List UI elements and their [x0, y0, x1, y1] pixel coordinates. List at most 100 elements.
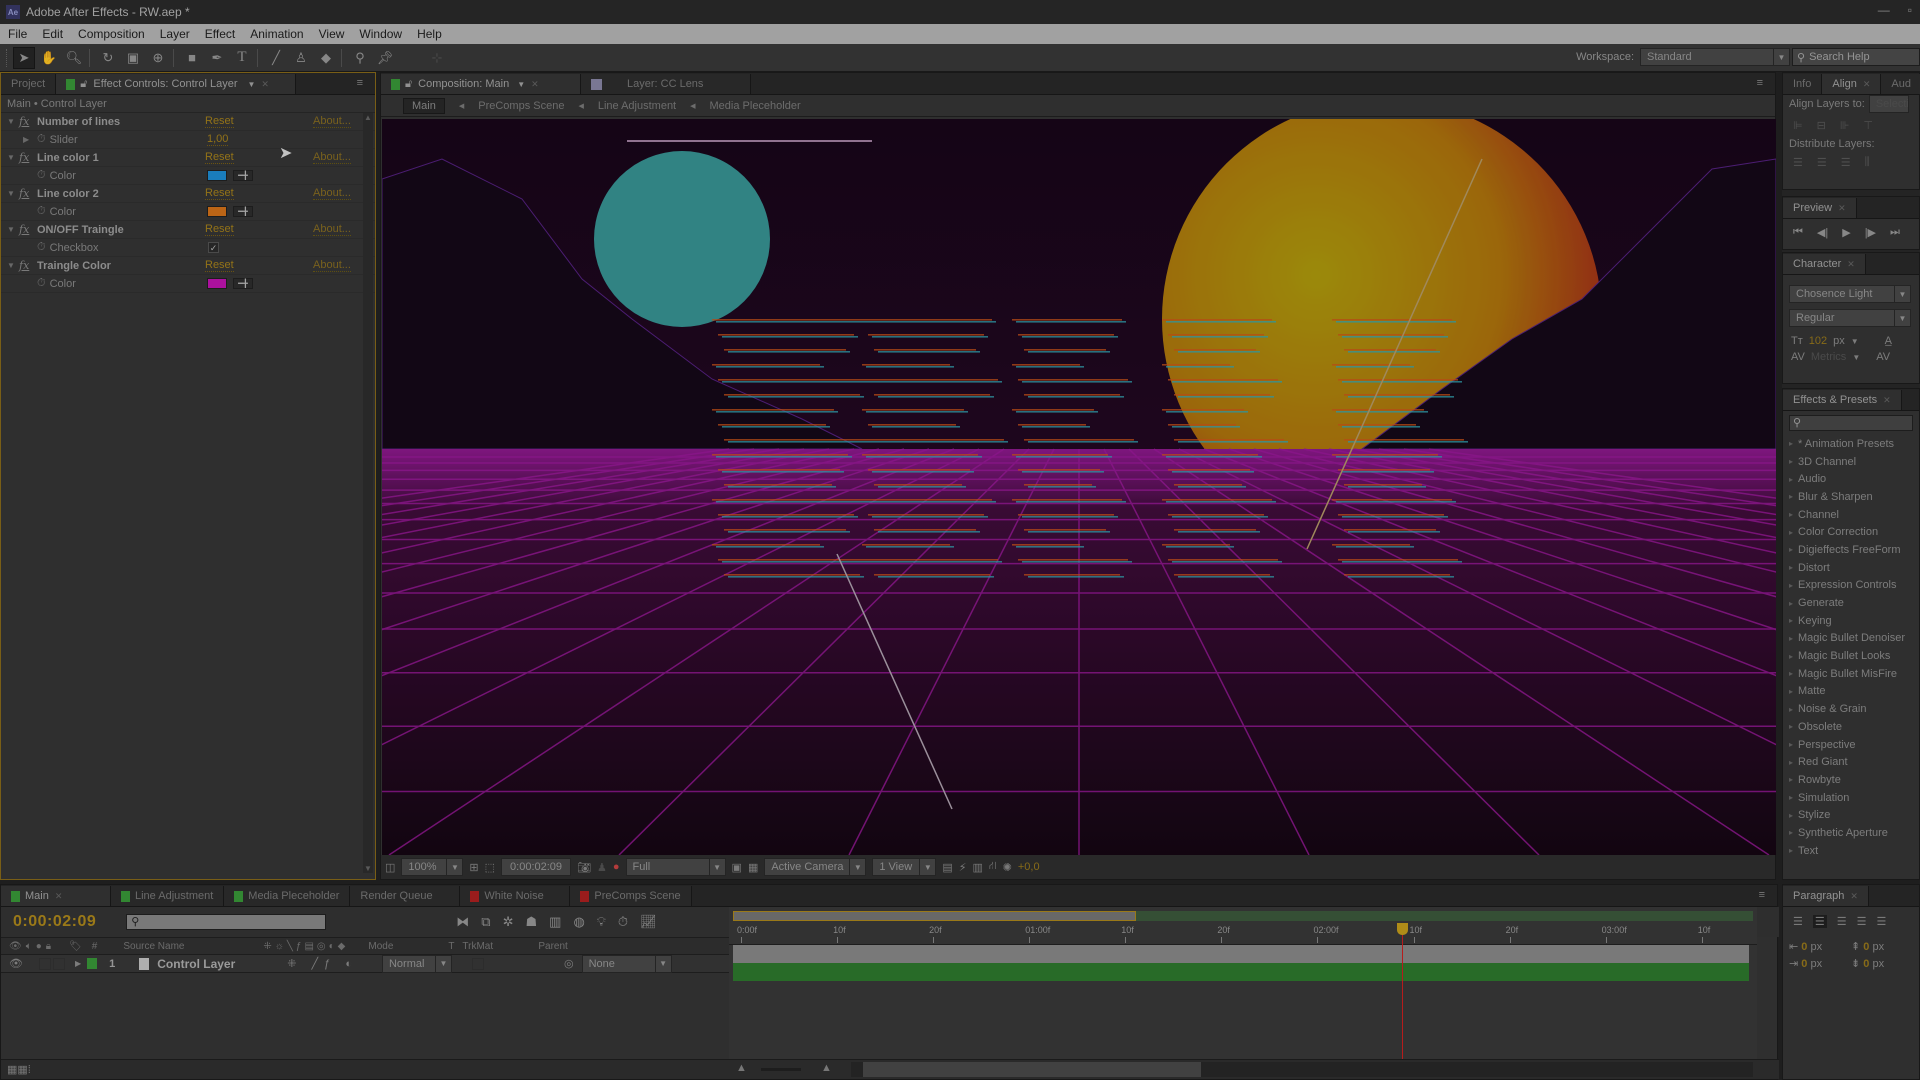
timeline-tab[interactable]: Media Pleceholder — [224, 886, 351, 906]
zoom-slider[interactable] — [761, 1068, 801, 1071]
time-navigator[interactable] — [733, 911, 1753, 921]
reset-link[interactable]: Reset — [205, 187, 234, 200]
collapse-triangle-icon[interactable]: ▼ — [7, 153, 19, 162]
stopwatch-icon[interactable]: ⏱︎ — [37, 241, 46, 254]
eyedropper-icon[interactable]: ━╋ — [233, 206, 253, 217]
first-frame-icon[interactable]: ⏮ — [1793, 226, 1803, 239]
chevron-down-icon[interactable]: ▼ — [1851, 337, 1859, 346]
close-icon[interactable]: ✕ — [531, 79, 539, 90]
close-icon[interactable]: ✕ — [1838, 203, 1846, 214]
last-frame-icon[interactable]: ⏭ — [1890, 226, 1900, 239]
next-frame-icon[interactable]: |▶ — [1865, 226, 1876, 239]
timeline-tab[interactable]: White Noise — [460, 886, 571, 906]
menu-effect[interactable]: Effect — [197, 27, 242, 41]
clone-stamp-tool-icon[interactable]: ♙ — [290, 47, 312, 69]
close-icon[interactable]: ✕ — [55, 891, 63, 902]
layer-label-color[interactable] — [87, 958, 98, 969]
layer-duration-bar[interactable] — [733, 963, 1749, 981]
collapse-triangle-icon[interactable]: ▼ — [7, 189, 19, 198]
align-center-icon[interactable]: ⊟ — [1817, 119, 1826, 132]
effects-category-item[interactable]: Magic Bullet MisFire — [1783, 665, 1919, 683]
about-link[interactable]: About... — [313, 223, 351, 236]
timeline-search-input[interactable]: ⚲ — [126, 914, 327, 930]
timeline-tab[interactable]: Render Queue — [350, 886, 461, 906]
slider-value[interactable]: 1,00 — [207, 133, 229, 146]
eye-icon[interactable]: 👁︎ — [9, 957, 23, 970]
reset-link[interactable]: Reset — [205, 115, 234, 128]
effects-category-item[interactable]: Rowbyte — [1783, 771, 1919, 789]
effects-category-item[interactable]: Magic Bullet Denoiser — [1783, 630, 1919, 648]
column-trkmat[interactable]: TrkMat — [462, 941, 538, 952]
effects-category-item[interactable]: Expression Controls — [1783, 577, 1919, 595]
view-layout-dropdown[interactable]: 1 View ▼ — [872, 858, 937, 876]
hand-tool-icon[interactable]: ✋ — [38, 47, 60, 69]
chevron-down-icon[interactable]: ▼ — [1852, 353, 1860, 362]
pickwhip-icon[interactable]: ◎ — [564, 957, 574, 970]
align-top-icon[interactable]: ⊤ — [1863, 119, 1873, 132]
maximize-icon[interactable]: ▫ — [1908, 3, 1912, 17]
chevron-down-icon[interactable]: ▼ — [517, 80, 525, 89]
effects-category-item[interactable]: Magic Bullet Looks — [1783, 647, 1919, 665]
fast-previews-icon[interactable]: ▣ — [732, 861, 742, 874]
current-time-display[interactable]: 0:00:02:09 — [13, 913, 96, 931]
exposure-reset-icon[interactable]: ✺ — [1003, 861, 1012, 874]
type-tool-icon[interactable]: T — [231, 47, 253, 69]
distribute-bottom-icon[interactable]: ☰ — [1841, 156, 1851, 169]
solo-checkbox[interactable] — [38, 957, 51, 970]
tab-composition-main[interactable]: 🔓︎ Composition: Main ▼ ✕ — [381, 74, 581, 94]
menu-help[interactable]: Help — [409, 27, 449, 41]
search-help-input[interactable]: ⚲ Search Help — [1792, 48, 1920, 66]
puppet-pin-tool-icon[interactable]: 📌︎ — [374, 47, 396, 69]
effect-header[interactable]: ▼ fx ON/OFF Traingle Reset About... — [1, 221, 375, 239]
reset-link[interactable]: Reset — [205, 223, 234, 236]
roto-brush-tool-icon[interactable]: ⚲ — [349, 47, 371, 69]
layer-row[interactable]: 👁︎ ▶ 1 Control Layer ⁜ ╱ƒ ◐ Normal ▼ ◎ No… — [1, 954, 729, 973]
stopwatch-icon[interactable]: ⏱︎ — [37, 133, 46, 146]
timeline-tab[interactable]: Main ✕ — [1, 886, 111, 906]
fx-toggle-icon[interactable]: fx — [19, 223, 37, 236]
breadcrumb-media-pleceholder[interactable]: Media Pleceholder — [710, 100, 801, 112]
effects-category-item[interactable]: Noise & Grain — [1783, 700, 1919, 718]
menu-layer[interactable]: Layer — [152, 27, 197, 41]
about-link[interactable]: About... — [313, 187, 351, 200]
snapshot-camera-icon[interactable]: 📷︎ — [577, 861, 591, 874]
align-right-icon[interactable]: ⊪ — [1840, 119, 1850, 132]
effects-category-item[interactable]: 3D Channel — [1783, 453, 1919, 471]
effects-category-item[interactable]: Synthetic Aperture — [1783, 824, 1919, 842]
effect-header[interactable]: ▼ fx Line color 2 Reset About... — [1, 185, 375, 203]
tab-effect-controls[interactable]: 🔓︎ Effect Controls: Control Layer ▼ ✕ — [56, 74, 297, 94]
timeline-toggle-icon[interactable]: ▥ — [972, 861, 982, 874]
effects-category-item[interactable]: Blur & Sharpen — [1783, 488, 1919, 506]
stopwatch-icon[interactable]: ⏱︎ — [37, 169, 46, 182]
tab-layer-cc-lens[interactable]: Layer: CC Lens — [581, 74, 751, 94]
collapse-triangle-icon[interactable]: ▼ — [7, 261, 19, 270]
color-swatch[interactable] — [207, 170, 227, 181]
close-icon[interactable]: ✕ — [1850, 891, 1858, 902]
color-swatch[interactable] — [207, 206, 227, 217]
selection-tool-icon[interactable]: ➤ — [13, 46, 35, 69]
effects-category-item[interactable]: Color Correction — [1783, 523, 1919, 541]
eyedropper-icon[interactable]: ━╋ — [233, 170, 253, 181]
menu-composition[interactable]: Composition — [70, 27, 152, 41]
chevron-down-icon[interactable]: ▼ — [247, 80, 255, 89]
graph-editor-icon[interactable]: 📈︎ — [640, 914, 657, 930]
about-link[interactable]: About... — [313, 115, 351, 128]
eraser-tool-icon[interactable]: ◆ — [315, 47, 337, 69]
menu-edit[interactable]: Edit — [34, 27, 70, 41]
effects-search-input[interactable]: ⚲ — [1789, 415, 1913, 431]
effects-category-item[interactable]: Stylize — [1783, 806, 1919, 824]
workspace-dropdown[interactable]: Standard ▼ — [1640, 48, 1790, 66]
effects-category-item[interactable]: Digieffects FreeForm — [1783, 541, 1919, 559]
distribute-center-icon[interactable]: ☰ — [1817, 156, 1827, 169]
color-swatch[interactable] — [207, 278, 227, 289]
tab-project[interactable]: Project — [1, 74, 57, 94]
flowchart-icon[interactable]: ⛙ — [989, 860, 997, 874]
effects-category-item[interactable]: Audio — [1783, 470, 1919, 488]
fx-toggle-icon[interactable]: fx — [19, 115, 37, 128]
effects-category-item[interactable]: Red Giant — [1783, 753, 1919, 771]
panel-menu-icon[interactable]: ≡ — [1759, 889, 1765, 901]
effects-category-item[interactable]: Obsolete — [1783, 718, 1919, 736]
align-target-dropdown[interactable]: Selection — [1868, 95, 1909, 113]
frame-blending-icon[interactable]: ▥ — [549, 914, 561, 930]
channel-rgb-icon[interactable]: ● — [613, 861, 620, 873]
